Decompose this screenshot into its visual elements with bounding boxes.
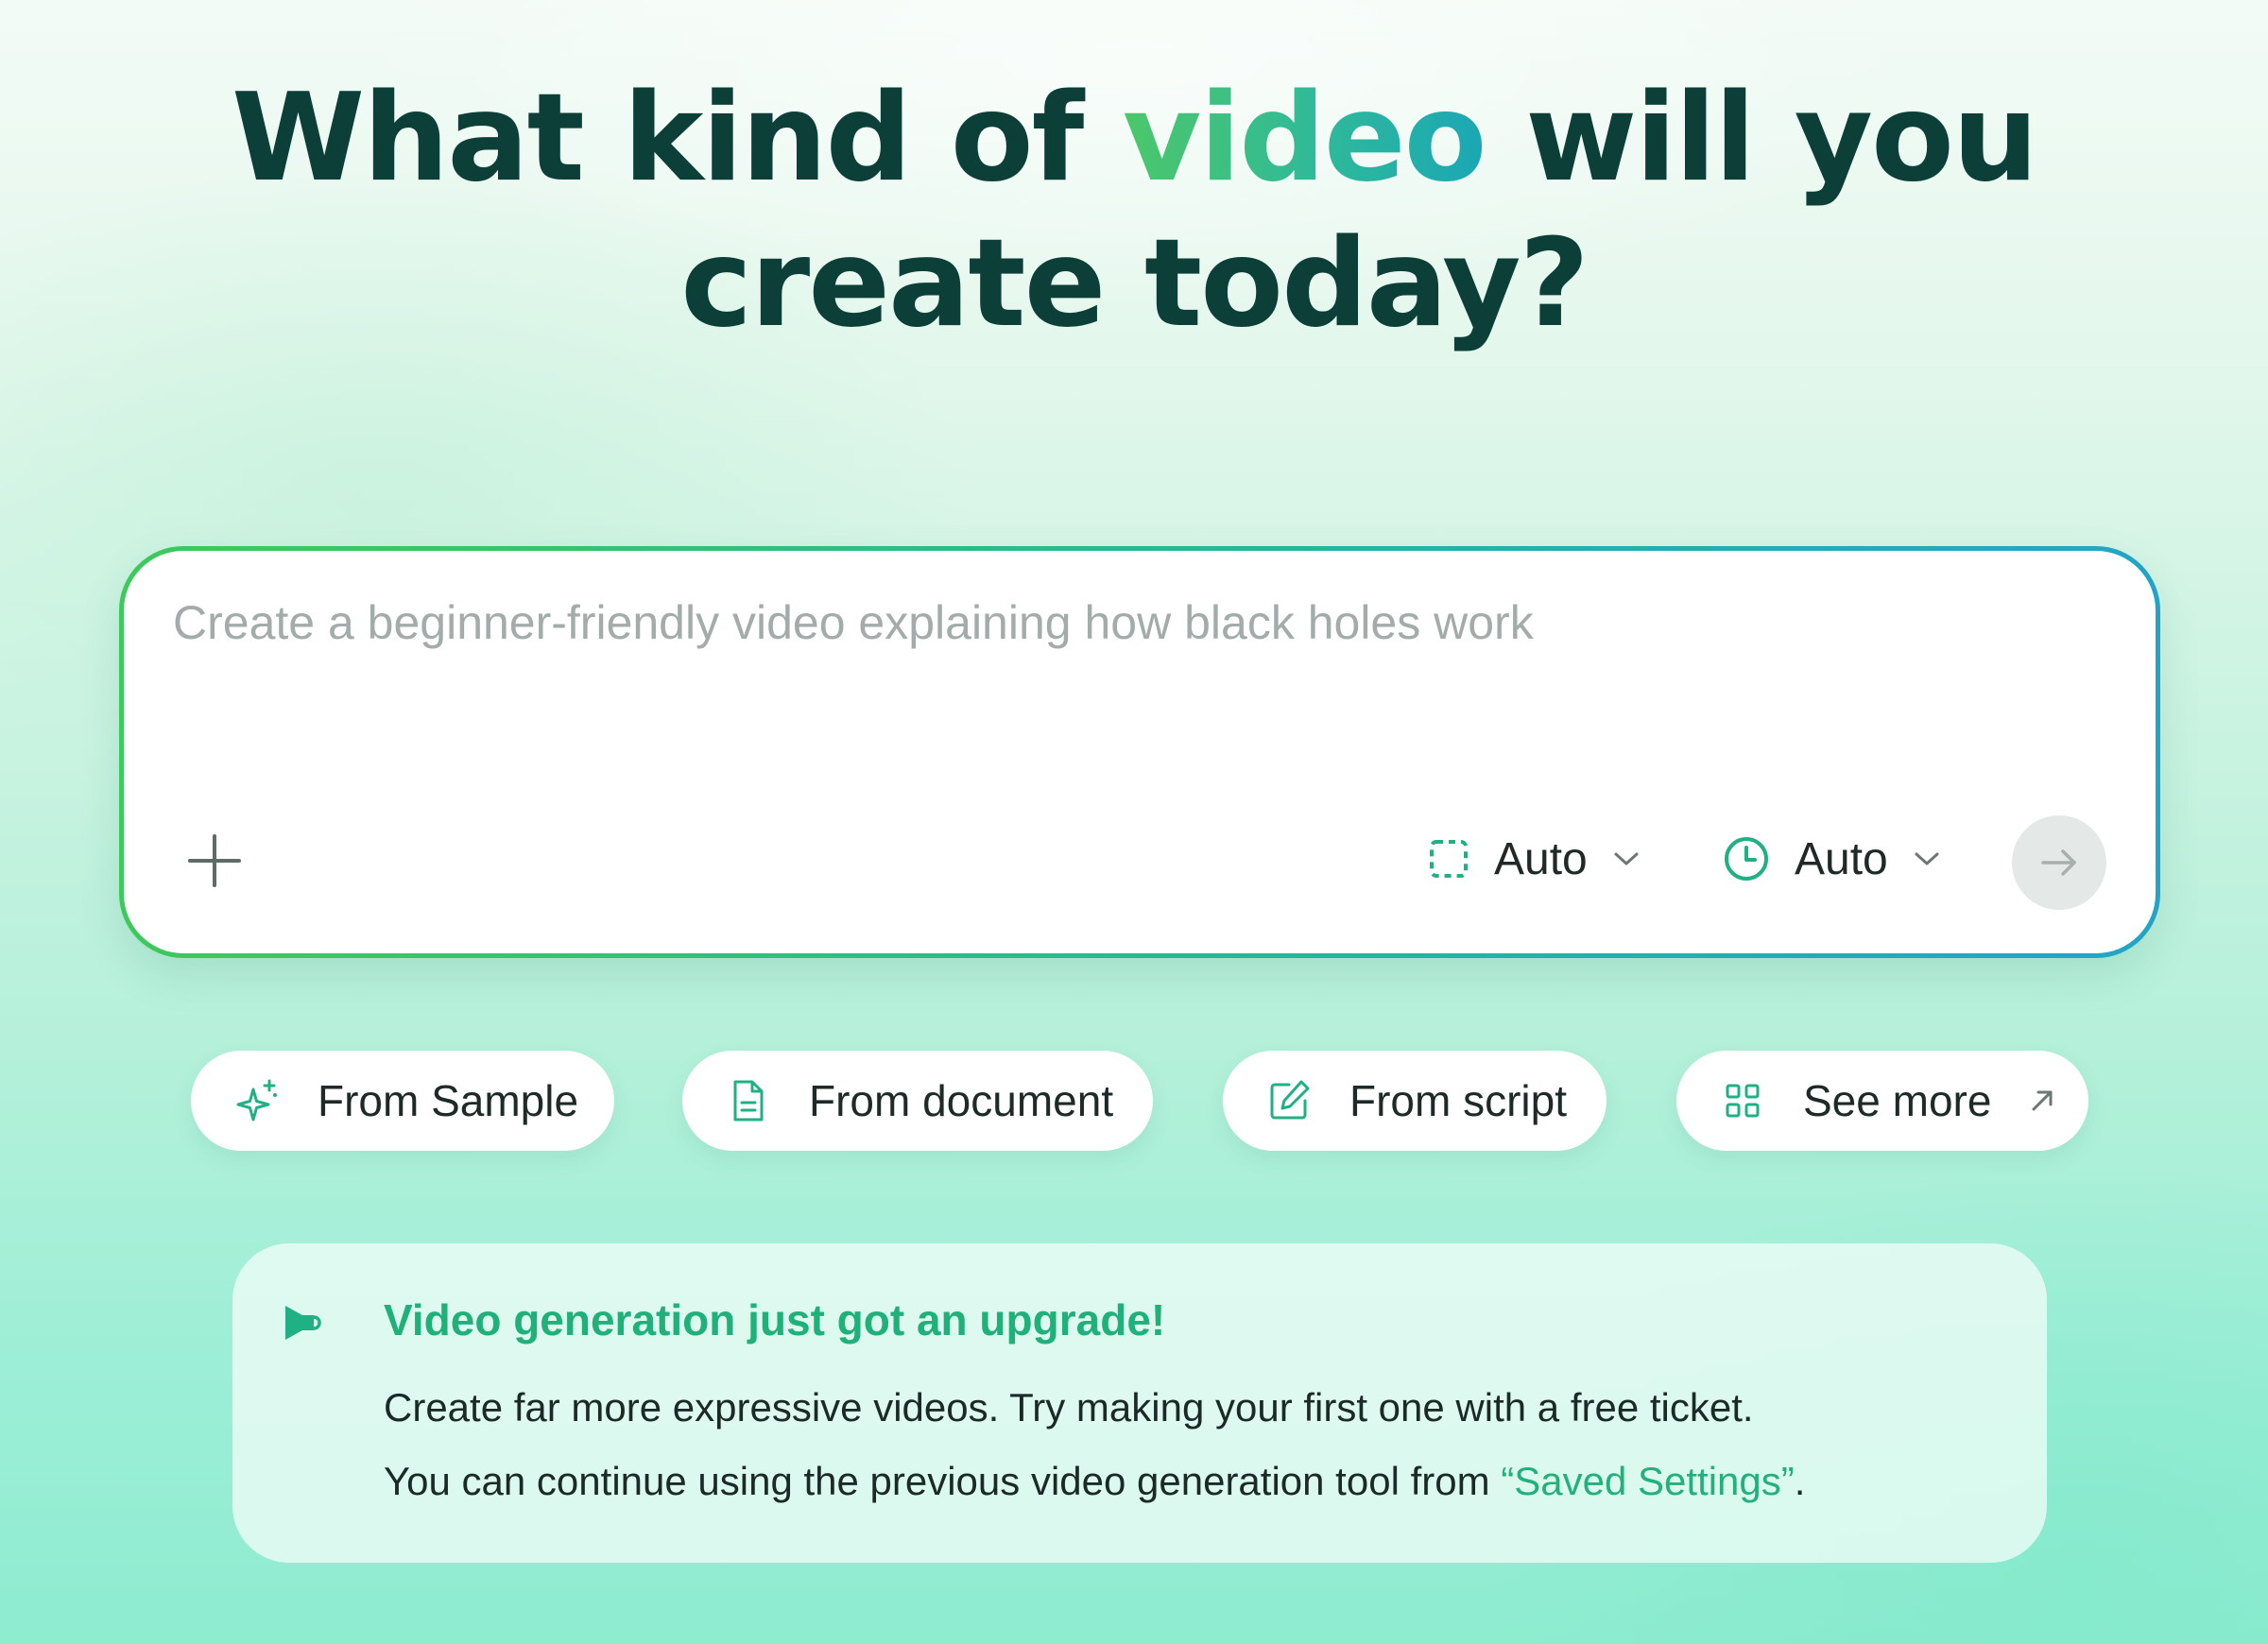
chevron-down-icon xyxy=(1614,852,1639,865)
sparkles-icon xyxy=(234,1078,280,1123)
see-more-button[interactable]: See more xyxy=(1676,1051,2088,1151)
from-script-label: From script xyxy=(1349,1076,1567,1125)
megaphone-icon xyxy=(282,1300,327,1345)
submit-button[interactable] xyxy=(2012,815,2106,910)
announcement-line-1: Create far more expressive videos. Try m… xyxy=(384,1385,1754,1430)
announcement-line-2-end: . xyxy=(1794,1459,1806,1503)
saved-settings-link[interactable]: “Saved Settings” xyxy=(1501,1459,1795,1503)
dashed-square-icon xyxy=(1430,840,1468,878)
grid-icon xyxy=(1720,1078,1765,1123)
aspect-ratio-value: Auto xyxy=(1494,833,1588,884)
clock-icon xyxy=(1725,837,1768,881)
see-more-label: See more xyxy=(1803,1076,1992,1125)
prompt-card-border: Auto Auto xyxy=(119,546,2160,958)
duration-select[interactable]: Auto xyxy=(1723,821,1941,897)
from-document-button[interactable]: From document xyxy=(682,1051,1153,1151)
headline-before: What kind of xyxy=(231,68,1123,209)
from-script-button[interactable]: From script xyxy=(1223,1051,1606,1151)
headline-accent: video xyxy=(1122,68,1487,209)
arrow-right-icon xyxy=(2041,849,2076,876)
duration-value: Auto xyxy=(1795,833,1888,884)
edit-icon xyxy=(1266,1078,1312,1123)
document-icon xyxy=(726,1078,771,1123)
announcement-line-2: You can continue using the previous vide… xyxy=(384,1459,1805,1504)
announcement-line-2-text: You can continue using the previous vide… xyxy=(384,1459,1502,1503)
aspect-ratio-select[interactable]: Auto xyxy=(1428,821,1641,897)
from-sample-label: From Sample xyxy=(318,1076,579,1125)
chevron-down-icon xyxy=(1915,852,1939,865)
page-headline: What kind of video will you create today… xyxy=(0,66,2268,357)
plus-icon xyxy=(188,834,241,887)
from-sample-button[interactable]: From Sample xyxy=(191,1051,614,1151)
add-attachment-button[interactable] xyxy=(184,831,245,891)
announcement-title: Video generation just got an upgrade! xyxy=(384,1295,1166,1344)
from-document-label: From document xyxy=(809,1076,1114,1125)
prompt-input[interactable] xyxy=(173,585,1968,660)
prompt-card: Auto Auto xyxy=(124,551,2156,953)
external-arrow-icon xyxy=(2029,1086,2059,1116)
announcement-card: Video generation just got an upgrade! Cr… xyxy=(232,1243,2047,1563)
